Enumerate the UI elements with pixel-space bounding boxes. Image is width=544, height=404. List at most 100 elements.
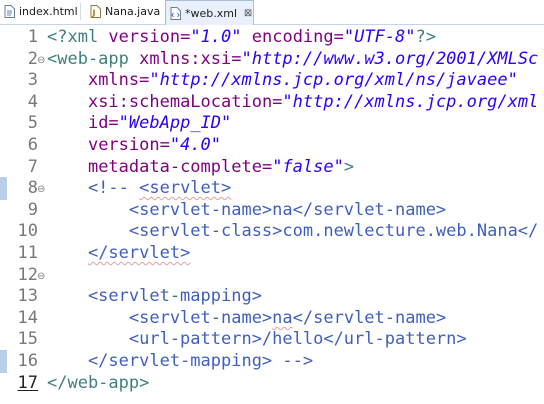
line-number: 7 bbox=[27, 156, 38, 177]
code-text: metadata-complete="false"> bbox=[47, 156, 354, 179]
code-text: xsi:schemaLocation="http://xmlns.jcp.org… bbox=[47, 91, 538, 114]
line-number: 1 bbox=[27, 27, 38, 47]
code-line[interactable]: 2 ⊖ <web-app xmlns:xsi="http://www.w3.org/… bbox=[0, 48, 544, 71]
line-number: 16 bbox=[17, 351, 38, 371]
tab-nana-java[interactable]: J Nana.java bbox=[86, 0, 162, 23]
code-token: <web-app bbox=[47, 48, 140, 69]
line-number: 4 bbox=[27, 91, 38, 112]
code-text: version="4.0" bbox=[47, 134, 221, 157]
code-text: <servlet-name>na</servlet-name> bbox=[47, 307, 446, 330]
code-line[interactable]: 5 id="WebApp_ID" bbox=[0, 112, 544, 135]
tab-label: Nana.java bbox=[105, 5, 161, 18]
code-editor[interactable]: 1 <?xml version="1.0" encoding="UTF-8"?> 2… bbox=[0, 26, 544, 404]
code-token: metadata-complete= bbox=[87, 156, 273, 177]
tab-index-html[interactable]: index.html bbox=[0, 0, 78, 23]
code-token: "http://www.w3.org/2001/XMLSc bbox=[241, 48, 539, 69]
line-number: 17 bbox=[17, 372, 38, 393]
line-number: 3 bbox=[27, 70, 38, 91]
code-line[interactable]: 7 metadata-complete="false"> bbox=[0, 156, 544, 179]
close-icon[interactable]: ⊠ bbox=[243, 8, 253, 19]
code-line[interactable]: 15 <url-pattern>/hello</url-pattern> bbox=[0, 328, 544, 351]
code-token: > bbox=[343, 156, 355, 177]
line-number: 11 bbox=[17, 243, 38, 263]
code-token: version= bbox=[108, 27, 191, 47]
line-number: 15 bbox=[17, 329, 38, 350]
code-line[interactable]: 4 xsi:schemaLocation="http://xmlns.jcp.o… bbox=[0, 91, 544, 114]
line-number: 10 bbox=[17, 221, 38, 242]
code-line[interactable]: 12 ⊖ bbox=[0, 264, 544, 287]
code-token: <url-pattern>/hello</url-pattern> bbox=[47, 329, 467, 350]
fold-toggle-icon[interactable]: ⊖ bbox=[37, 49, 45, 72]
code-text: <!-- <servlet> bbox=[47, 177, 231, 200]
code-text: id="WebApp_ID" bbox=[47, 112, 231, 135]
code-token: na bbox=[272, 307, 293, 328]
code-line[interactable]: 8 ⊖ <!-- <servlet> bbox=[0, 177, 544, 201]
tab-web-xml[interactable]: *web.xml ⊠ bbox=[165, 0, 254, 25]
code-line[interactable]: 1 <?xml version="1.0" encoding="UTF-8"?> bbox=[0, 26, 544, 49]
code-token: ?> bbox=[415, 27, 437, 47]
code-token: "http://xmlns.jcp.org/xml/ns/javaee" bbox=[149, 70, 518, 91]
code-text: <?xml version="1.0" encoding="UTF-8"?> bbox=[47, 26, 436, 49]
code-text: xmlns="http://xmlns.jcp.org/xml/ns/javae… bbox=[47, 69, 518, 92]
code-line[interactable]: 9 <servlet-name>na</servlet-name> bbox=[0, 199, 544, 222]
code-token: xsi:schemaLocation= bbox=[87, 91, 283, 112]
code-text: <servlet-mapping> bbox=[47, 285, 262, 308]
code-token: <!-- bbox=[47, 178, 140, 199]
editor-tab-bar: index.html J Nana.java *web.xml ⊠ bbox=[0, 0, 544, 25]
line-number: 9 bbox=[27, 199, 38, 220]
code-token: "4.0" bbox=[169, 135, 222, 155]
code-token: </servlet-name> bbox=[292, 307, 447, 328]
code-token: xmlns= bbox=[87, 70, 150, 91]
code-line[interactable]: 3 xmlns="http://xmlns.jcp.org/xml/ns/jav… bbox=[0, 69, 544, 92]
html-file-icon bbox=[4, 5, 15, 18]
code-token: id= bbox=[87, 113, 119, 134]
line-number: 13 bbox=[17, 286, 38, 307]
tab-separator bbox=[80, 3, 81, 20]
java-file-icon: J bbox=[90, 5, 101, 18]
code-token: <?xml bbox=[47, 27, 109, 47]
code-line[interactable]: 11 </servlet> bbox=[0, 242, 544, 265]
code-token: xmlns:xsi= bbox=[139, 48, 242, 69]
fold-toggle-icon[interactable]: ⊖ bbox=[37, 178, 45, 201]
code-token: "false" bbox=[272, 156, 344, 177]
code-text: </web-app> bbox=[47, 372, 149, 395]
code-line[interactable]: 17 </web-app> bbox=[0, 372, 544, 395]
line-number: 6 bbox=[27, 135, 38, 155]
code-line[interactable]: 6 version="4.0" bbox=[0, 134, 544, 157]
line-number: 5 bbox=[27, 113, 38, 134]
fold-toggle-icon[interactable]: ⊖ bbox=[37, 265, 45, 288]
code-text: <servlet-name>na</servlet-name> bbox=[47, 199, 446, 222]
code-token: <servlet-class>com.newlecture.web.Nana</ bbox=[47, 221, 539, 242]
code-token: encoding= bbox=[251, 27, 344, 47]
line-number: 8 bbox=[27, 178, 38, 199]
code-text: <servlet-class>com.newlecture.web.Nana</ bbox=[47, 220, 538, 243]
tab-label: *web.xml bbox=[185, 6, 238, 20]
code-line[interactable]: 14 <servlet-name>na</servlet-name> bbox=[0, 307, 544, 330]
code-line[interactable]: 16 </servlet-mapping> --> bbox=[0, 350, 544, 373]
code-token: "1.0" bbox=[190, 27, 242, 47]
code-token: </web-app> bbox=[47, 372, 150, 393]
code-token: <servlet-mapping> bbox=[47, 286, 262, 307]
code-line[interactable]: 13 <servlet-mapping> bbox=[0, 285, 544, 308]
code-token: "WebApp_ID" bbox=[118, 113, 232, 134]
code-line[interactable]: 10 <servlet-class>com.newlecture.web.Nan… bbox=[0, 220, 544, 243]
xml-file-icon bbox=[170, 6, 181, 20]
line-number: 14 bbox=[17, 307, 38, 328]
code-token: version= bbox=[87, 135, 170, 155]
line-number: 12 bbox=[17, 264, 38, 285]
code-token: "http://xmlns.jcp.org/xml bbox=[282, 91, 539, 112]
code-text: <url-pattern>/hello</url-pattern> bbox=[47, 328, 467, 351]
code-token: </servlet> bbox=[87, 243, 191, 263]
line-number: 2 bbox=[27, 48, 38, 69]
code-token: <servlet-name>na</servlet-name> bbox=[47, 199, 447, 220]
code-text: <web-app xmlns:xsi="http://www.w3.org/20… bbox=[47, 48, 538, 71]
code-token: </servlet-mapping> --> bbox=[47, 351, 314, 371]
code-text: </servlet-mapping> --> bbox=[47, 350, 313, 373]
code-token: "UTF-8" bbox=[343, 27, 416, 47]
